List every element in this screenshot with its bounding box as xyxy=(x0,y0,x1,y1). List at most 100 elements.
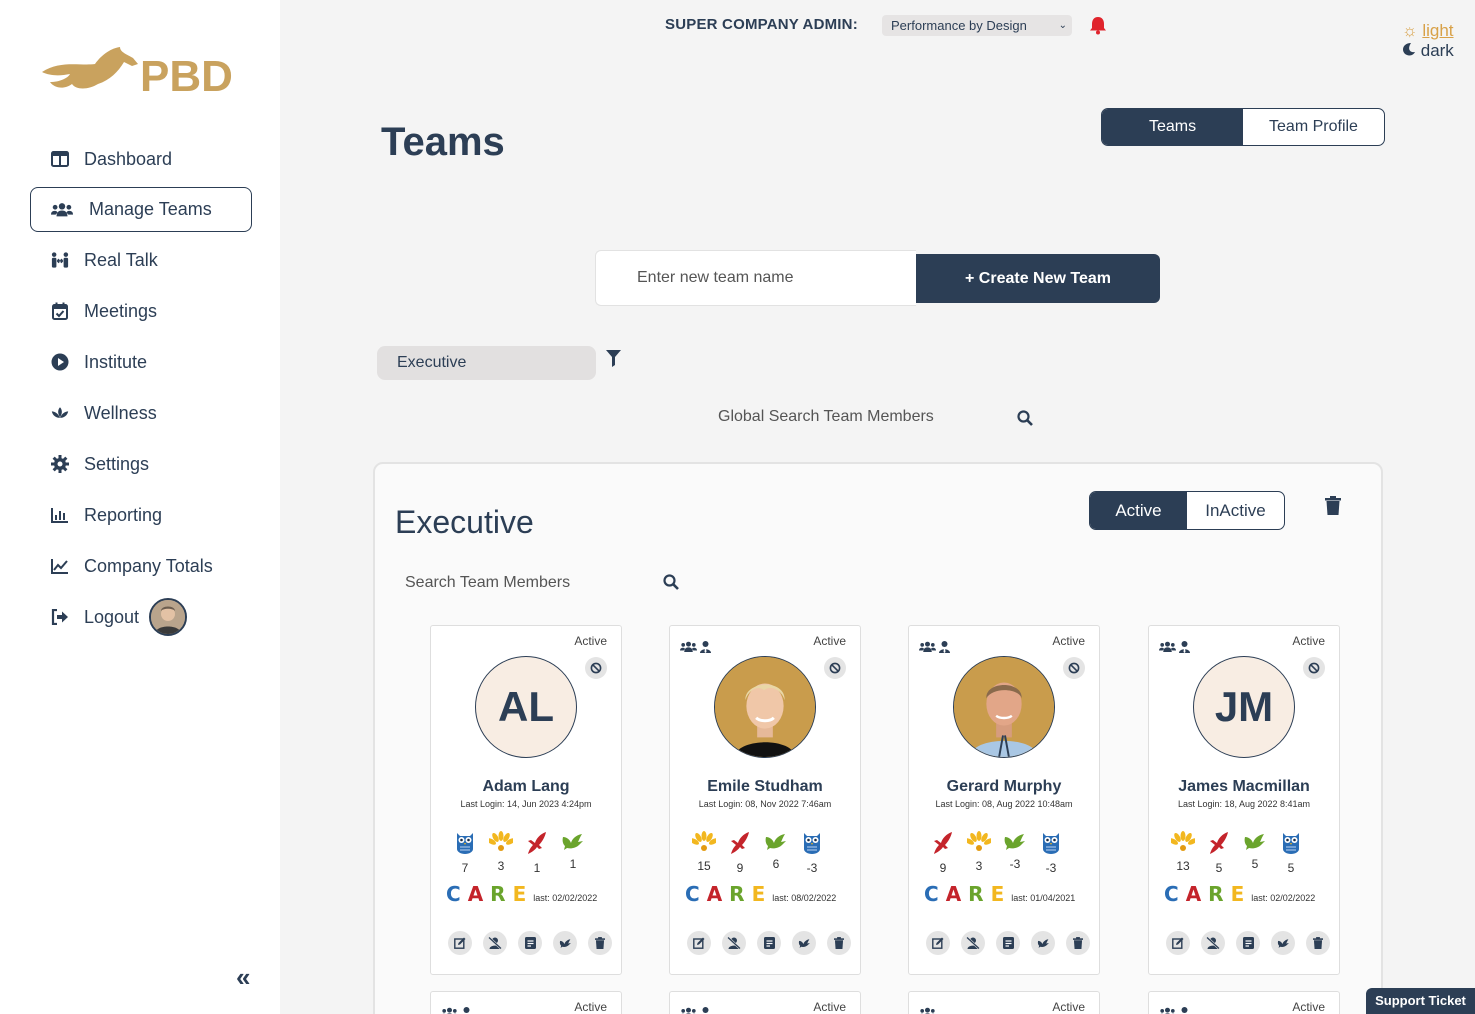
role-icons xyxy=(919,640,950,658)
gear-icon xyxy=(51,455,69,473)
report-icon[interactable] xyxy=(996,931,1020,955)
search-icon[interactable] xyxy=(663,574,679,595)
tab-active[interactable]: Active xyxy=(1090,492,1187,529)
personality-scores: 15 9 6 -3 xyxy=(689,831,824,875)
owl-icon xyxy=(1279,831,1303,860)
edit-icon[interactable] xyxy=(926,931,950,955)
care-badge[interactable]: C A R Elast: 02/02/2022 xyxy=(1164,882,1315,906)
bell-icon[interactable] xyxy=(1089,16,1107,40)
sidebar-item-real-talk[interactable]: Real Talk xyxy=(30,237,252,283)
theme-dark-option[interactable]: dark xyxy=(1402,41,1454,61)
team-role-icon xyxy=(680,1006,697,1014)
chevron-down-icon: ⌄ xyxy=(1058,20,1067,31)
personality-score: -3 xyxy=(1039,831,1063,875)
deactivate-user-icon[interactable] xyxy=(483,931,507,955)
deactivate-user-icon[interactable] xyxy=(961,931,985,955)
sidebar-item-dashboard[interactable]: Dashboard xyxy=(30,136,252,182)
card-actions xyxy=(687,931,851,955)
bird-icon[interactable] xyxy=(1271,931,1295,955)
personality-scores: 9 3 -3 -3 xyxy=(931,831,1063,875)
edit-icon[interactable] xyxy=(1166,931,1190,955)
trash-icon[interactable] xyxy=(1066,931,1090,955)
sidebar-item-wellness[interactable]: Wellness xyxy=(30,390,252,436)
sidebar-item-logout[interactable]: Logout xyxy=(30,594,252,640)
deactivate-icon[interactable] xyxy=(1063,657,1085,679)
score-value: 15 xyxy=(697,859,711,873)
sidebar-item-company-totals[interactable]: Company Totals xyxy=(30,543,252,589)
edit-icon[interactable] xyxy=(448,931,472,955)
sidebar-item-meetings[interactable]: Meetings xyxy=(30,288,252,334)
team-role-icon xyxy=(919,1006,936,1014)
tab-teams[interactable]: Teams xyxy=(1102,109,1243,145)
new-team-name-input[interactable] xyxy=(595,250,916,306)
pbd-logo[interactable]: PBD xyxy=(40,44,240,101)
create-new-team-button[interactable]: + Create New Team xyxy=(916,254,1160,303)
global-search-input[interactable]: Global Search Team Members xyxy=(718,408,934,426)
dashboard-icon xyxy=(51,150,69,168)
card-actions xyxy=(448,931,612,955)
trash-icon[interactable] xyxy=(827,931,851,955)
personality-score: 1 xyxy=(561,831,585,875)
collapse-sidebar-button[interactable]: « xyxy=(236,962,250,993)
dove-icon xyxy=(561,831,585,856)
sidebar-item-institute[interactable]: Institute xyxy=(30,339,252,385)
users-icon xyxy=(51,201,73,219)
score-value: 9 xyxy=(939,861,947,875)
trash-icon[interactable] xyxy=(588,931,612,955)
theme-light-option[interactable]: ☼ light xyxy=(1402,21,1454,41)
company-select[interactable]: Performance by Design ⌄ xyxy=(882,15,1072,36)
deactivate-icon[interactable] xyxy=(824,657,846,679)
personality-score: 13 xyxy=(1168,831,1198,875)
care-last-date: last: 02/02/2022 xyxy=(533,893,598,903)
sidebar-item-label: Logout xyxy=(84,606,140,627)
peacock-icon xyxy=(1168,831,1198,858)
bird-icon[interactable] xyxy=(1031,931,1055,955)
moon-icon xyxy=(1402,41,1416,60)
filter-icon[interactable] xyxy=(606,350,621,372)
member-card: Active Emile Studham Last Login: 08, Nov 2… xyxy=(669,625,861,975)
team-search-input[interactable]: Search Team Members xyxy=(405,574,570,592)
sidebar-item-label: Wellness xyxy=(84,402,157,423)
delete-team-icon[interactable] xyxy=(1325,496,1341,520)
deactivate-icon[interactable] xyxy=(1303,657,1325,679)
personality-score: 15 xyxy=(689,831,719,875)
sidebar-item-reporting[interactable]: Reporting xyxy=(30,492,252,538)
support-ticket-button[interactable]: Support Ticket xyxy=(1366,988,1475,1014)
care-last-date: last: 01/04/2021 xyxy=(1011,893,1076,903)
member-name[interactable]: Emile Studham xyxy=(670,778,860,796)
care-badge[interactable]: C A R Elast: 01/04/2021 xyxy=(924,882,1075,906)
member-name[interactable]: Adam Lang xyxy=(431,778,621,796)
care-badge[interactable]: C A R Elast: 02/02/2022 xyxy=(446,882,597,906)
care-badge[interactable]: C A R Elast: 08/02/2022 xyxy=(685,882,836,906)
care-letter: A xyxy=(1185,882,1202,906)
bird-icon[interactable] xyxy=(792,931,816,955)
tab-inactive[interactable]: InActive xyxy=(1187,492,1284,529)
sidebar-item-settings[interactable]: Settings xyxy=(30,441,252,487)
sidebar-item-manage-teams[interactable]: Manage Teams xyxy=(30,187,252,232)
tab-team-profile[interactable]: Team Profile xyxy=(1243,109,1384,145)
personality-score: 5 xyxy=(1279,831,1303,875)
deactivate-icon[interactable] xyxy=(585,657,607,679)
bird-icon[interactable] xyxy=(553,931,577,955)
edit-icon[interactable] xyxy=(687,931,711,955)
personality-score: 1 xyxy=(525,831,549,875)
trash-icon[interactable] xyxy=(1306,931,1330,955)
team-role-icon xyxy=(1159,1006,1176,1014)
care-letter: C xyxy=(685,882,700,906)
report-icon[interactable] xyxy=(518,931,542,955)
avatar[interactable] xyxy=(149,598,188,636)
report-icon[interactable] xyxy=(757,931,781,955)
deactivate-user-icon[interactable] xyxy=(1201,931,1225,955)
peacock-icon xyxy=(964,831,994,858)
member-name[interactable]: Gerard Murphy xyxy=(909,778,1099,796)
role-icons xyxy=(680,640,711,658)
search-icon[interactable] xyxy=(1017,410,1033,431)
team-select[interactable]: Executive xyxy=(377,346,596,380)
member-name[interactable]: James Macmillan xyxy=(1149,778,1339,796)
deactivate-user-icon[interactable] xyxy=(722,931,746,955)
owl-icon xyxy=(800,831,824,860)
team-role-icon xyxy=(919,640,936,658)
report-icon[interactable] xyxy=(1236,931,1260,955)
card-actions xyxy=(926,931,1090,955)
peacock-icon xyxy=(486,831,516,858)
